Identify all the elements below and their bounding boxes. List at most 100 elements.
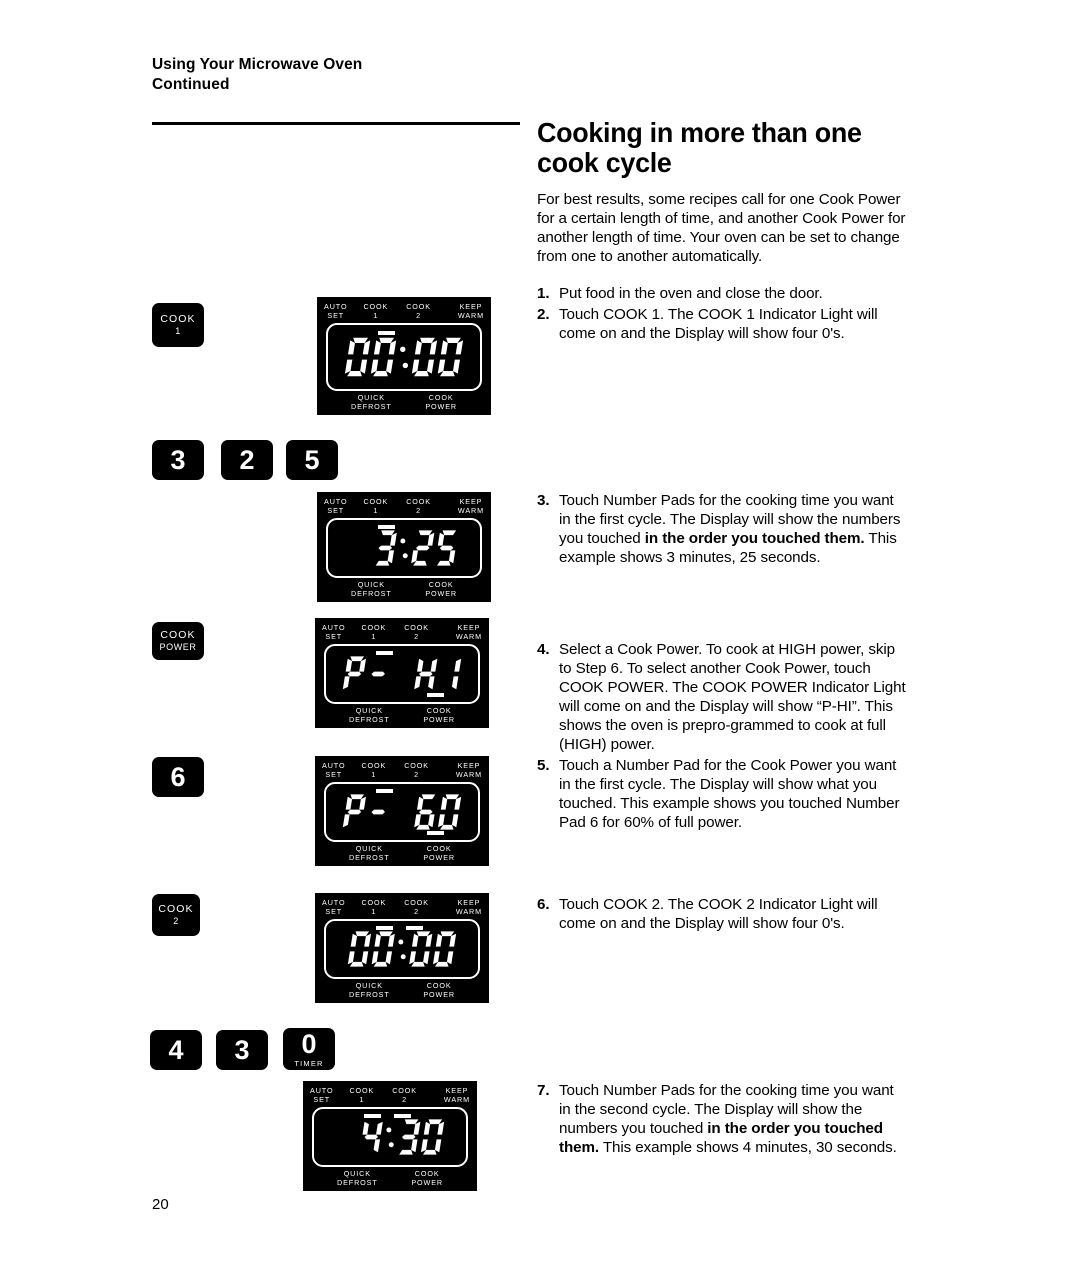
key-pad-0-label: 0 — [301, 1028, 317, 1059]
key-pad-3-second[interactable]: 3 — [216, 1030, 268, 1070]
display-screen — [326, 323, 482, 391]
running-head-line1: Using Your Microwave Oven — [152, 56, 363, 73]
indicator-label-cook-2: COOK 2 — [406, 497, 431, 516]
step-4-number: 4. — [537, 641, 550, 658]
key-pad-5-label: 5 — [304, 444, 320, 475]
display-panel-power-60: AUTO SET COOK 1 COOK 2 KEEP WARM QUICK D… — [315, 756, 489, 866]
key-pad-4-label: 4 — [168, 1034, 184, 1065]
display-top-indicators: AUTO SET COOK 1 COOK 2 KEEP WARM — [315, 761, 489, 779]
key-pad-3[interactable]: 3 — [152, 440, 204, 480]
key-cook-power[interactable]: COOK POWER — [152, 622, 204, 660]
running-head-line2: Continued — [152, 76, 230, 94]
key-cook-1[interactable]: COOK 1 — [152, 303, 204, 347]
page-number: 20 — [152, 1196, 169, 1213]
indicator-label-cook-2: COOK 2 — [404, 761, 429, 780]
indicator-label-cook-1: COOK 1 — [349, 1086, 375, 1105]
step-5: 5. Touch a Number Pad for the Cook Power… — [537, 756, 909, 832]
key-pad-3-second-label: 3 — [234, 1034, 250, 1065]
key-cook-1-label: COOK — [160, 313, 196, 326]
indicator-label-cook-2: COOK 2 — [404, 898, 429, 917]
step-5-number: 5. — [537, 757, 550, 774]
step-7: 7. Touch Number Pads for the cooking tim… — [537, 1081, 909, 1157]
indicator-label-auto-set: AUTO SET — [324, 497, 348, 516]
display-bottom-indicators: QUICK DEFROST COOK POWER — [317, 393, 491, 411]
display-top-indicators: AUTO SET COOK 1 COOK 2 KEEP WARM — [303, 1086, 477, 1104]
indicator-label-keep-warm: KEEP WARM — [457, 497, 484, 516]
indicator-label-cook-power: COOK POWER — [423, 705, 455, 724]
indicator-label-cook-1: COOK 1 — [363, 302, 389, 321]
indicator-label-auto-set: AUTO SET — [322, 761, 346, 780]
seven-segment-readout — [328, 520, 480, 576]
step-2: 2. Touch COOK 1. The COOK 1 Indicator Li… — [537, 305, 909, 343]
seven-segment-readout — [326, 784, 478, 840]
indicator-label-cook-1: COOK 1 — [361, 898, 387, 917]
indicator-label-keep-warm: KEEP WARM — [455, 898, 482, 917]
step-6: 6. Touch COOK 2. The COOK 2 Indicator Li… — [537, 895, 909, 933]
step-1-text: Put food in the oven and close the door. — [559, 285, 823, 302]
step-1: 1. Put food in the oven and close the do… — [537, 284, 909, 303]
indicator-label-cook-2: COOK 2 — [404, 623, 429, 642]
key-pad-3-label: 3 — [170, 444, 186, 475]
indicator-label-cook-power: COOK POWER — [423, 980, 455, 999]
seven-segment-readout — [314, 1109, 466, 1165]
right-column: Cooking in more than one cook cycle For … — [537, 118, 909, 266]
seven-segment-readout — [326, 646, 478, 702]
indicator-label-auto-set: AUTO SET — [310, 1086, 334, 1105]
indicator-label-auto-set: AUTO SET — [322, 898, 346, 917]
step-3-number: 3. — [537, 492, 550, 509]
indicator-label-cook-1: COOK 1 — [361, 623, 387, 642]
display-top-indicators: AUTO SET COOK 1 COOK 2 KEEP WARM — [317, 302, 491, 320]
display-panel-time-430: AUTO SET COOK 1 COOK 2 KEEP WARM QUICK D… — [303, 1081, 477, 1191]
indicator-label-cook-power: COOK POWER — [425, 579, 457, 598]
indicator-label-cook-power: COOK POWER — [425, 392, 457, 411]
key-pad-0-timer[interactable]: 0 TIMER — [283, 1028, 335, 1070]
key-pad-6[interactable]: 6 — [152, 757, 204, 797]
key-pad-2-label: 2 — [239, 444, 255, 475]
indicator-label-keep-warm: KEEP WARM — [455, 761, 482, 780]
display-bottom-indicators: QUICK DEFROST COOK POWER — [315, 706, 489, 724]
indicator-label-cook-2: COOK 2 — [392, 1086, 417, 1105]
step-6-text: Touch COOK 2. The COOK 2 Indicator Light… — [559, 896, 878, 933]
indicator-label-cook-power: COOK POWER — [411, 1168, 443, 1187]
step-1-number: 1. — [537, 285, 550, 302]
display-screen — [324, 782, 480, 842]
key-pad-2[interactable]: 2 — [221, 440, 273, 480]
step-2-number: 2. — [537, 306, 550, 323]
display-top-indicators: AUTO SET COOK 1 COOK 2 KEEP WARM — [315, 623, 489, 641]
display-bottom-indicators: QUICK DEFROST COOK POWER — [303, 1169, 477, 1187]
display-panel-power-hi: AUTO SET COOK 1 COOK 2 KEEP WARM QUICK D… — [315, 618, 489, 728]
step-5-text: Touch a Number Pad for the Cook Power yo… — [559, 757, 900, 832]
step-4-text: Select a Cook Power. To cook at HIGH pow… — [559, 641, 906, 754]
indicator-label-cook-power: COOK POWER — [423, 843, 455, 862]
key-cook-power-sublabel: POWER — [159, 642, 197, 653]
step-7-text: Touch Number Pads for the cooking time y… — [559, 1081, 909, 1157]
indicator-label-keep-warm: KEEP WARM — [443, 1086, 470, 1105]
display-bottom-indicators: QUICK DEFROST COOK POWER — [315, 844, 489, 862]
page-title: Cooking in more than one cook cycle — [537, 117, 862, 178]
display-screen — [324, 919, 480, 979]
seven-segment-readout — [326, 921, 478, 977]
display-panel-cook2-zeros: AUTO SET COOK 1 COOK 2 KEEP WARM QUICK D… — [315, 893, 489, 1003]
manual-page: Using Your Microwave Oven Continued Cook… — [0, 0, 1080, 1261]
key-cook-2-label: COOK — [158, 903, 194, 916]
indicator-label-quick-defrost: QUICK DEFROST — [351, 579, 392, 598]
indicator-label-quick-defrost: QUICK DEFROST — [349, 843, 390, 862]
indicator-label-auto-set: AUTO SET — [322, 623, 346, 642]
key-pad-5[interactable]: 5 — [286, 440, 338, 480]
key-pad-0-sublabel: TIMER — [294, 1058, 324, 1068]
key-pad-4[interactable]: 4 — [150, 1030, 202, 1070]
display-panel-cook1-zeros: AUTO SET COOK 1 COOK 2 KEEP WARM QUICK D… — [317, 297, 491, 415]
display-screen — [312, 1107, 468, 1167]
indicator-label-cook-1: COOK 1 — [363, 497, 389, 516]
display-top-indicators: AUTO SET COOK 1 COOK 2 KEEP WARM — [315, 898, 489, 916]
indicator-label-cook-1: COOK 1 — [361, 761, 387, 780]
step-3-emphasis: in the order you touched them. — [644, 530, 865, 548]
indicator-label-cook-2: COOK 2 — [406, 302, 431, 321]
indicator-label-keep-warm: KEEP WARM — [457, 302, 484, 321]
step-2-text: Touch COOK 1. The COOK 1 Indicator Light… — [559, 306, 878, 343]
indicator-label-quick-defrost: QUICK DEFROST — [349, 705, 390, 724]
step-3: 3. Touch Number Pads for the cooking tim… — [537, 491, 909, 567]
key-cook-2[interactable]: COOK 2 — [152, 894, 200, 936]
display-screen — [326, 518, 482, 578]
running-head: Using Your Microwave Oven Continued — [152, 55, 572, 95]
